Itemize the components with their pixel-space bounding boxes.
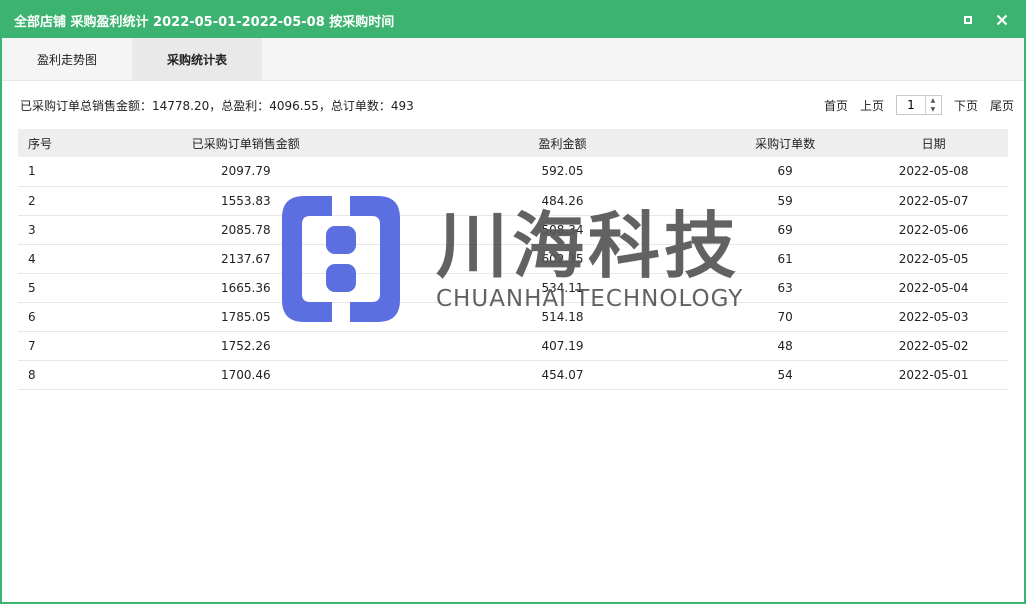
table-row[interactable]: 5 1665.36 534.11 63 2022-05-04: [18, 273, 1008, 302]
cell-index: 4: [28, 251, 36, 266]
cell-date: 2022-05-06: [898, 222, 969, 237]
cell-sales: 2085.78: [220, 222, 271, 237]
cell-index: 5: [28, 280, 36, 295]
next-page-link[interactable]: 下页: [954, 97, 978, 114]
summary-row: 已采购订单总销售金额：14778.20，总盈利：4096.55，总订单数：493…: [2, 81, 1024, 129]
header-order-count: 采购订单数: [755, 136, 816, 151]
cell-sales: 1700.46: [220, 367, 271, 382]
page-spinner: ▲ ▼: [924, 96, 940, 114]
cell-date: 2022-05-08: [898, 164, 969, 179]
pagination: 首页 上页 ▲ ▼ 下页 尾页: [824, 95, 1014, 115]
page-number-stepper: ▲ ▼: [895, 95, 942, 115]
close-icon: [996, 14, 1008, 26]
cell-profit: 592.05: [541, 164, 584, 179]
cell-profit: 454.07: [541, 367, 584, 382]
spinner-down-icon[interactable]: ▼: [926, 105, 940, 114]
table-row[interactable]: 7 1752.26 407.19 48 2022-05-02: [18, 331, 1008, 360]
cell-sales: 1665.36: [220, 280, 271, 295]
cell-profit: 508.34: [541, 222, 584, 237]
first-page-link[interactable]: 首页: [824, 97, 848, 114]
tab-bar: 盈利走势图 采购统计表: [2, 38, 1024, 81]
header-date: 日期: [921, 136, 946, 151]
cell-order-count: 69: [777, 222, 793, 237]
close-button[interactable]: [994, 12, 1010, 28]
cell-order-count: 61: [777, 251, 793, 266]
cell-date: 2022-05-02: [898, 338, 969, 353]
cell-date: 2022-05-01: [898, 367, 969, 382]
table-header-row: 序号 已采购订单销售金额 盈利金额 采购订单数 日期: [18, 129, 1008, 157]
last-page-link[interactable]: 尾页: [990, 97, 1014, 114]
window-controls: [960, 12, 1024, 28]
cell-date: 2022-05-03: [898, 309, 969, 324]
cell-index: 2: [28, 193, 36, 208]
title-bar: 全部店铺 采购盈利统计 2022-05-01-2022-05-08 按采购时间: [2, 2, 1024, 38]
cell-profit: 534.11: [541, 280, 584, 295]
table-row[interactable]: 2 1553.83 484.26 59 2022-05-07: [18, 186, 1008, 215]
cell-sales: 1553.83: [220, 193, 271, 208]
maximize-button[interactable]: [960, 12, 976, 28]
cell-order-count: 59: [777, 193, 793, 208]
table-row[interactable]: 8 1700.46 454.07 54 2022-05-01: [18, 360, 1008, 389]
tab-profit-trend[interactable]: 盈利走势图: [2, 38, 132, 80]
header-index: 序号: [28, 136, 53, 151]
cell-profit: 602.35: [541, 251, 584, 266]
header-profit: 盈利金额: [538, 136, 587, 151]
cell-profit: 484.26: [541, 193, 584, 208]
cell-index: 8: [28, 367, 36, 382]
cell-sales: 1752.26: [220, 338, 271, 353]
table-row[interactable]: 3 2085.78 508.34 69 2022-05-06: [18, 215, 1008, 244]
cell-date: 2022-05-07: [898, 193, 969, 208]
table-row[interactable]: 1 2097.79 592.05 69 2022-05-08: [18, 157, 1008, 186]
cell-order-count: 48: [777, 338, 793, 353]
spinner-up-icon[interactable]: ▲: [926, 96, 940, 105]
cell-order-count: 63: [777, 280, 793, 295]
cell-index: 6: [28, 309, 36, 324]
cell-sales: 2097.79: [220, 164, 271, 179]
cell-index: 3: [28, 222, 36, 237]
tab-purchase-table[interactable]: 采购统计表: [132, 38, 262, 80]
cell-index: 1: [28, 164, 36, 179]
cell-date: 2022-05-04: [898, 280, 969, 295]
summary-text: 已采购订单总销售金额：14778.20，总盈利：4096.55，总订单数：493: [20, 98, 414, 113]
table-row[interactable]: 4 2137.67 602.35 61 2022-05-05: [18, 244, 1008, 273]
prev-page-link[interactable]: 上页: [860, 97, 884, 114]
cell-sales: 2137.67: [220, 251, 271, 266]
cell-order-count: 69: [777, 164, 793, 179]
header-sales: 已采购订单销售金额: [191, 136, 300, 151]
table-row[interactable]: 6 1785.05 514.18 70 2022-05-03: [18, 302, 1008, 331]
cell-order-count: 70: [777, 309, 793, 324]
maximize-icon: [964, 16, 972, 24]
cell-profit: 514.18: [541, 309, 584, 324]
window-title: 全部店铺 采购盈利统计 2022-05-01-2022-05-08 按采购时间: [14, 14, 395, 30]
purchase-stats-table: 序号 已采购订单销售金额 盈利金额 采购订单数 日期 1 2097.79 592…: [18, 129, 1008, 390]
page-number-input[interactable]: [896, 98, 925, 112]
cell-sales: 1785.05: [220, 309, 271, 324]
cell-index: 7: [28, 338, 36, 353]
stats-window: 全部店铺 采购盈利统计 2022-05-01-2022-05-08 按采购时间 …: [0, 0, 1026, 604]
cell-profit: 407.19: [541, 338, 584, 353]
cell-date: 2022-05-05: [898, 251, 969, 266]
cell-order-count: 54: [777, 367, 793, 382]
